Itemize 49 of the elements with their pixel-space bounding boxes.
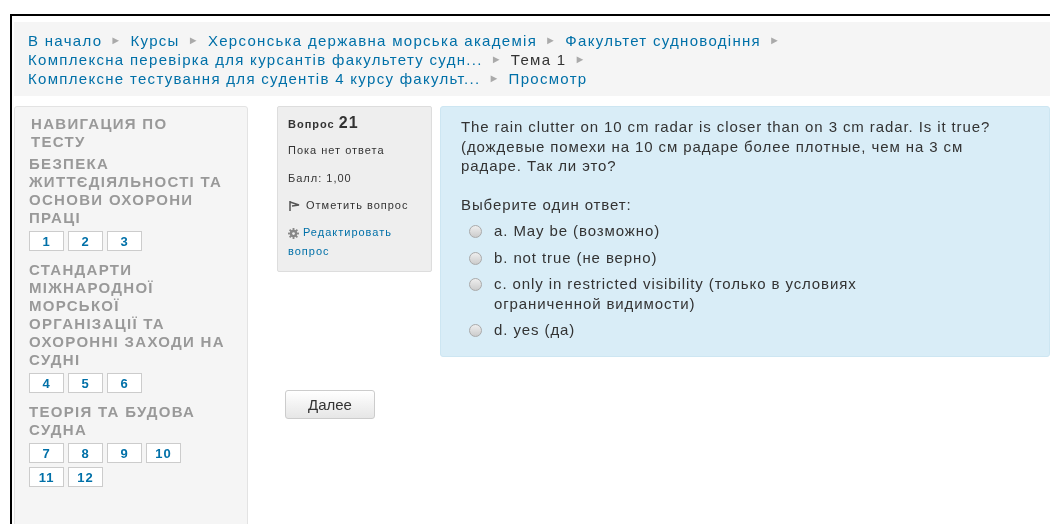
question-button[interactable]: 9 (107, 443, 142, 463)
answer-option[interactable]: d. yes (да) (494, 320, 576, 340)
gear-icon (288, 227, 299, 239)
question-button[interactable]: 10 (146, 443, 181, 463)
section-title: БЕЗПЕКА ЖИТТЄДІЯЛЬНОСТІ ТА ОСНОВИ ОХОРОНИ ПРАЦІ (29, 155, 224, 227)
answer-option[interactable]: a. May be (возможно) (494, 221, 661, 241)
flag-question-link[interactable]: Отметить вопрос (288, 196, 421, 215)
radio-button[interactable] (469, 251, 482, 265)
breadcrumb-link[interactable]: Комплексне тестування для судентів 4 курсу факульт... (28, 69, 481, 88)
edit-question-link[interactable]: Редактировать вопрос (288, 223, 421, 261)
breadcrumb-link[interactable]: Факультет судноводіння (565, 31, 761, 50)
section-title: ТЕОРІЯ ТА БУДОВА СУДНА (29, 403, 197, 439)
question-button[interactable]: 7 (29, 443, 64, 463)
answer-prompt: Выберите один ответ: (461, 194, 633, 214)
breadcrumb-separator: ► (545, 33, 558, 48)
question-status: Пока нет ответа (288, 143, 386, 158)
question-button[interactable]: 1 (29, 231, 64, 251)
question-text: The rain clutter on 10 cm radar is closer than on 3 cm radar. Is it true? (дождевые помехи на 10 см радаре более плотные, чем на 3 см радаре. Так ли это? (461, 117, 992, 176)
question-button[interactable]: 2 (68, 231, 103, 251)
breadcrumb-separator: ► (769, 33, 782, 48)
breadcrumb-link[interactable]: Курсы (130, 31, 180, 50)
breadcrumb-separator: ► (490, 52, 503, 67)
question-button[interactable]: 4 (29, 373, 64, 393)
breadcrumb-separator: ► (110, 33, 123, 48)
answer-option[interactable]: b. not true (не верно) (494, 247, 658, 267)
question-number: Вопрос 21 (288, 114, 360, 132)
breadcrumb-separator: ► (187, 33, 200, 48)
question-button[interactable]: 8 (68, 443, 103, 463)
question-grade: Балл: 1,00 (288, 171, 353, 186)
next-button[interactable]: Далее (285, 390, 375, 419)
breadcrumb-link[interactable]: Херсонська державна морська академія (207, 31, 538, 50)
breadcrumb-text: Тема 1 (510, 50, 567, 69)
question-button[interactable]: 12 (68, 467, 103, 487)
flag-icon (288, 200, 300, 213)
question-button[interactable]: 6 (107, 373, 142, 393)
question-button[interactable]: 5 (68, 373, 103, 393)
answer-option[interactable]: c. only in restricted visibility (только в условиях ограниченной видимости) (494, 274, 919, 313)
radio-button[interactable] (469, 225, 482, 238)
breadcrumb-link[interactable]: Просмотр (508, 69, 588, 88)
navigation-title: НАВИГАЦИЯ ПО ТЕСТУ (31, 115, 169, 151)
question-button[interactable]: 3 (107, 231, 142, 251)
breadcrumb-separator: ► (574, 52, 587, 67)
radio-button[interactable] (469, 324, 482, 337)
question-button[interactable]: 11 (29, 467, 64, 487)
section-title: СТАНДАРТИ МІЖНАРОДНОЇ МОРСЬКОЇ ОРГАНІЗАЦІЇ ТА ОХОРОННІ ЗАХОДИ НА СУДНІ (29, 261, 226, 369)
radio-button[interactable] (469, 278, 482, 291)
breadcrumb-link[interactable]: В начало (28, 31, 103, 50)
breadcrumb-link[interactable]: Комплексна перевірка для курсантів факультету судн... (28, 50, 483, 69)
breadcrumb-separator: ► (488, 71, 501, 86)
